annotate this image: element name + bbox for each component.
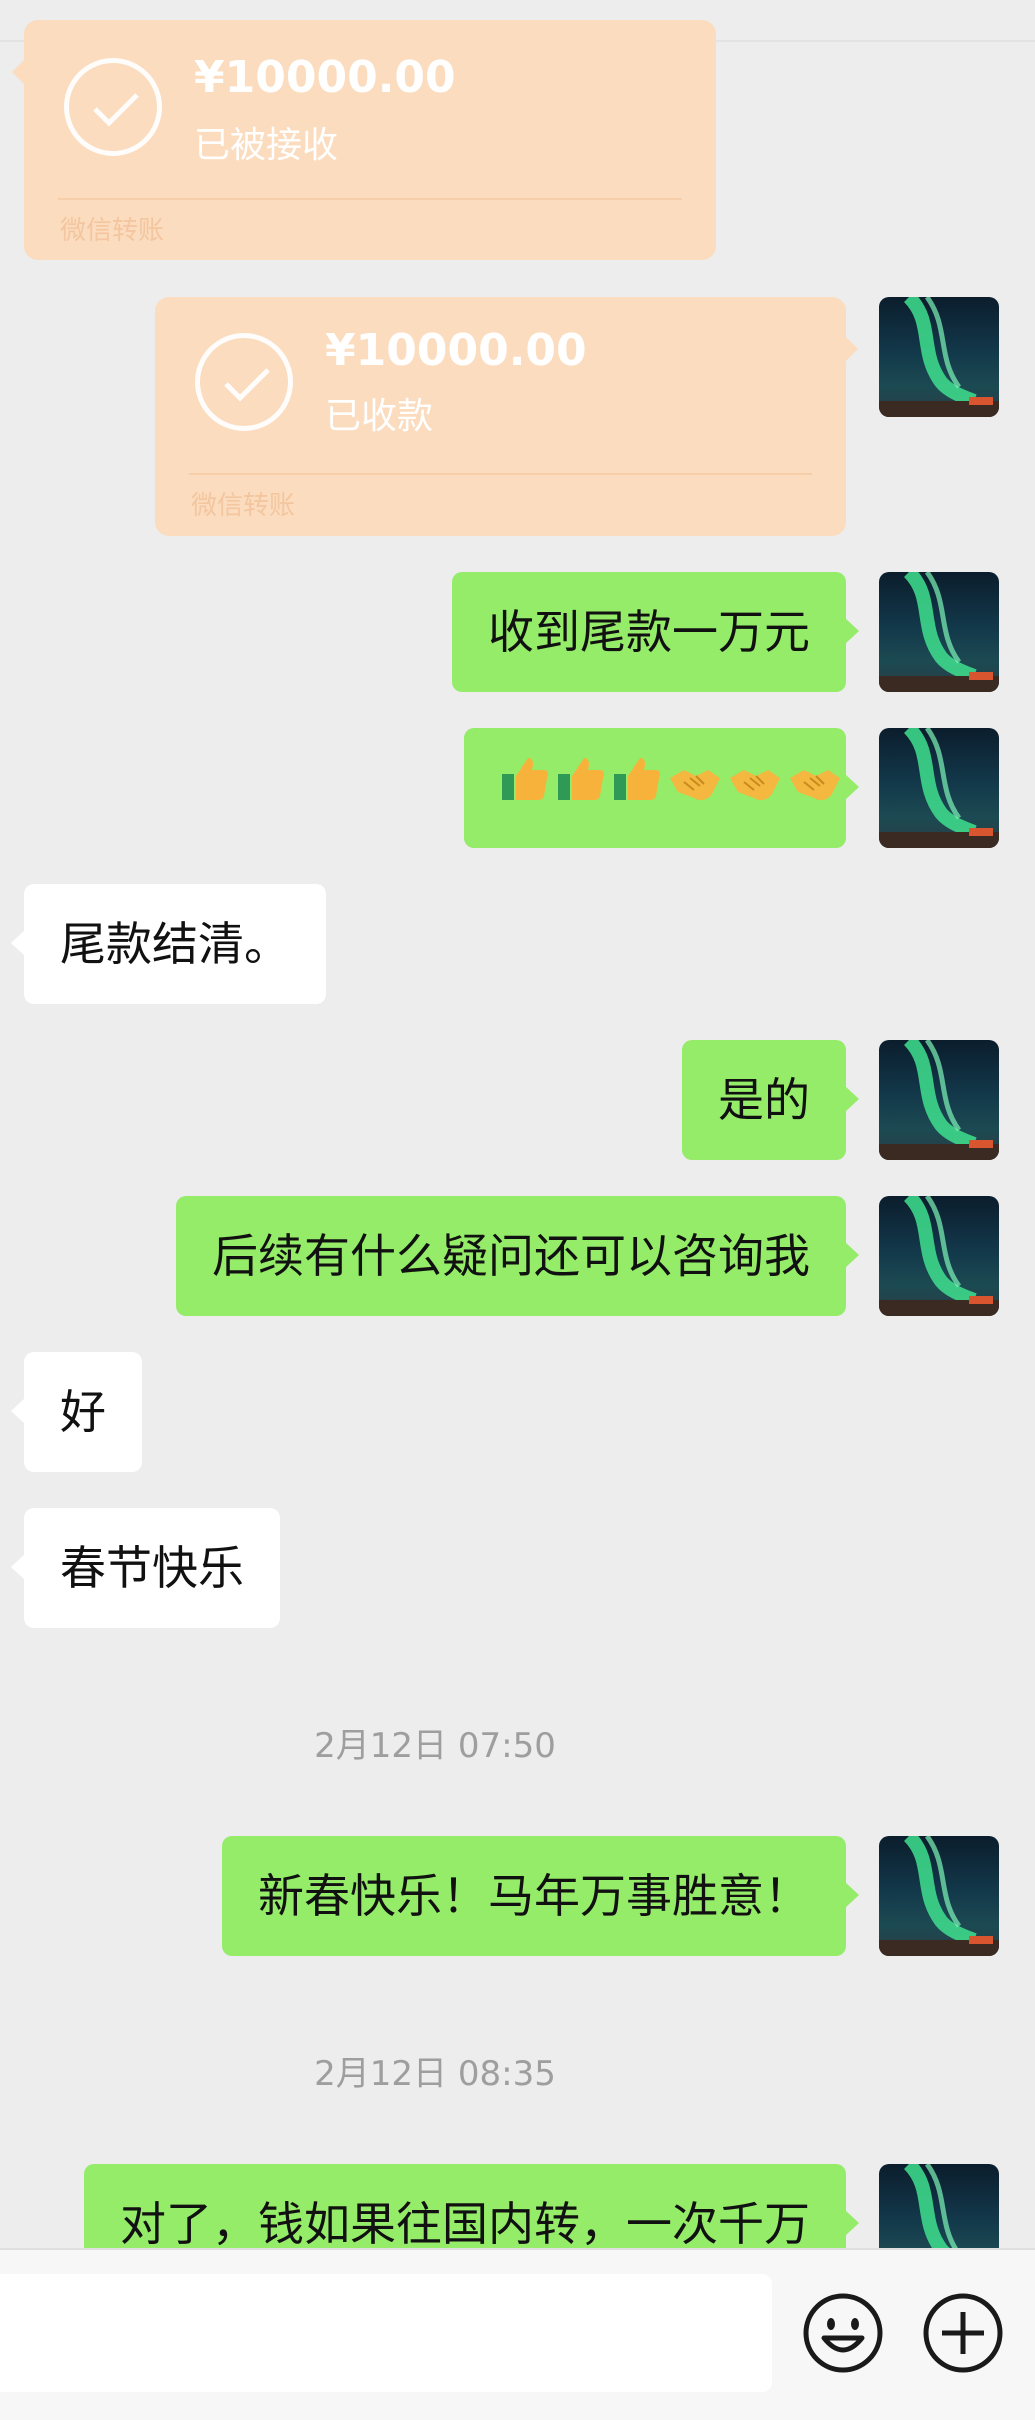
message-timestamp: 2月12日 07:50	[314, 1726, 556, 1766]
transfer-footer: 微信转账	[191, 491, 296, 521]
input-bar	[0, 2248, 1035, 2420]
message-input[interactable]	[0, 2274, 772, 2392]
more-button[interactable]	[922, 2292, 1004, 2374]
transfer-card-received[interactable]: ¥10000.00 已被接收 微信转账	[12, 20, 716, 260]
avatar[interactable]	[879, 297, 999, 417]
message-bubble-outgoing[interactable]: 是的	[682, 1040, 859, 1160]
handshake-icon	[728, 728, 782, 848]
emoji-button[interactable]	[802, 2292, 884, 2374]
transfer-status: 已被接收	[194, 125, 339, 166]
thumbs-up-icon	[500, 728, 550, 848]
thumbs-up-icon	[612, 728, 662, 848]
handshake-icon	[788, 728, 842, 848]
avatar[interactable]	[879, 572, 999, 692]
thumbs-up-icon	[556, 728, 606, 848]
transfer-amount: ¥10000.00	[325, 325, 587, 376]
avatar[interactable]	[879, 2164, 999, 2248]
avatar[interactable]	[879, 1040, 999, 1160]
transfer-divider	[58, 198, 682, 200]
message-bubble-outgoing[interactable]: 对了，钱如果往国内转，一次千万	[84, 2164, 859, 2248]
handshake-icon	[668, 728, 722, 848]
check-circle-icon	[195, 333, 293, 431]
avatar[interactable]	[879, 1836, 999, 1956]
check-circle-icon	[64, 58, 162, 156]
transfer-amount: ¥10000.00	[194, 52, 456, 103]
avatar[interactable]	[879, 728, 999, 848]
message-bubble-incoming[interactable]: 好	[11, 1352, 142, 1472]
message-bubble-outgoing[interactable]: 收到尾款一万元	[452, 572, 859, 692]
message-timestamp: 2月12日 08:35	[314, 2054, 556, 2094]
smiley-icon	[803, 2293, 883, 2373]
emoji-row	[500, 728, 842, 848]
transfer-status: 已收款	[325, 396, 434, 437]
transfer-footer: 微信转账	[60, 216, 165, 246]
message-bubble-outgoing[interactable]: 新春快乐！马年万事胜意！	[222, 1836, 859, 1956]
chat-area[interactable]: ¥10000.00 已被接收 微信转账 ¥10000.00 已收款 微信转账 收…	[0, 0, 1035, 2248]
transfer-card-sent[interactable]: ¥10000.00 已收款 微信转账	[155, 297, 858, 536]
message-bubble-outgoing[interactable]: 后续有什么疑问还可以咨询我	[176, 1196, 859, 1316]
plus-circle-icon	[923, 2293, 1003, 2373]
message-bubble-emoji[interactable]	[464, 728, 859, 848]
message-bubble-incoming[interactable]: 尾款结清。	[11, 884, 326, 1004]
message-bubble-incoming[interactable]: 春节快乐	[11, 1508, 280, 1628]
transfer-divider	[189, 473, 812, 475]
avatar[interactable]	[879, 1196, 999, 1316]
